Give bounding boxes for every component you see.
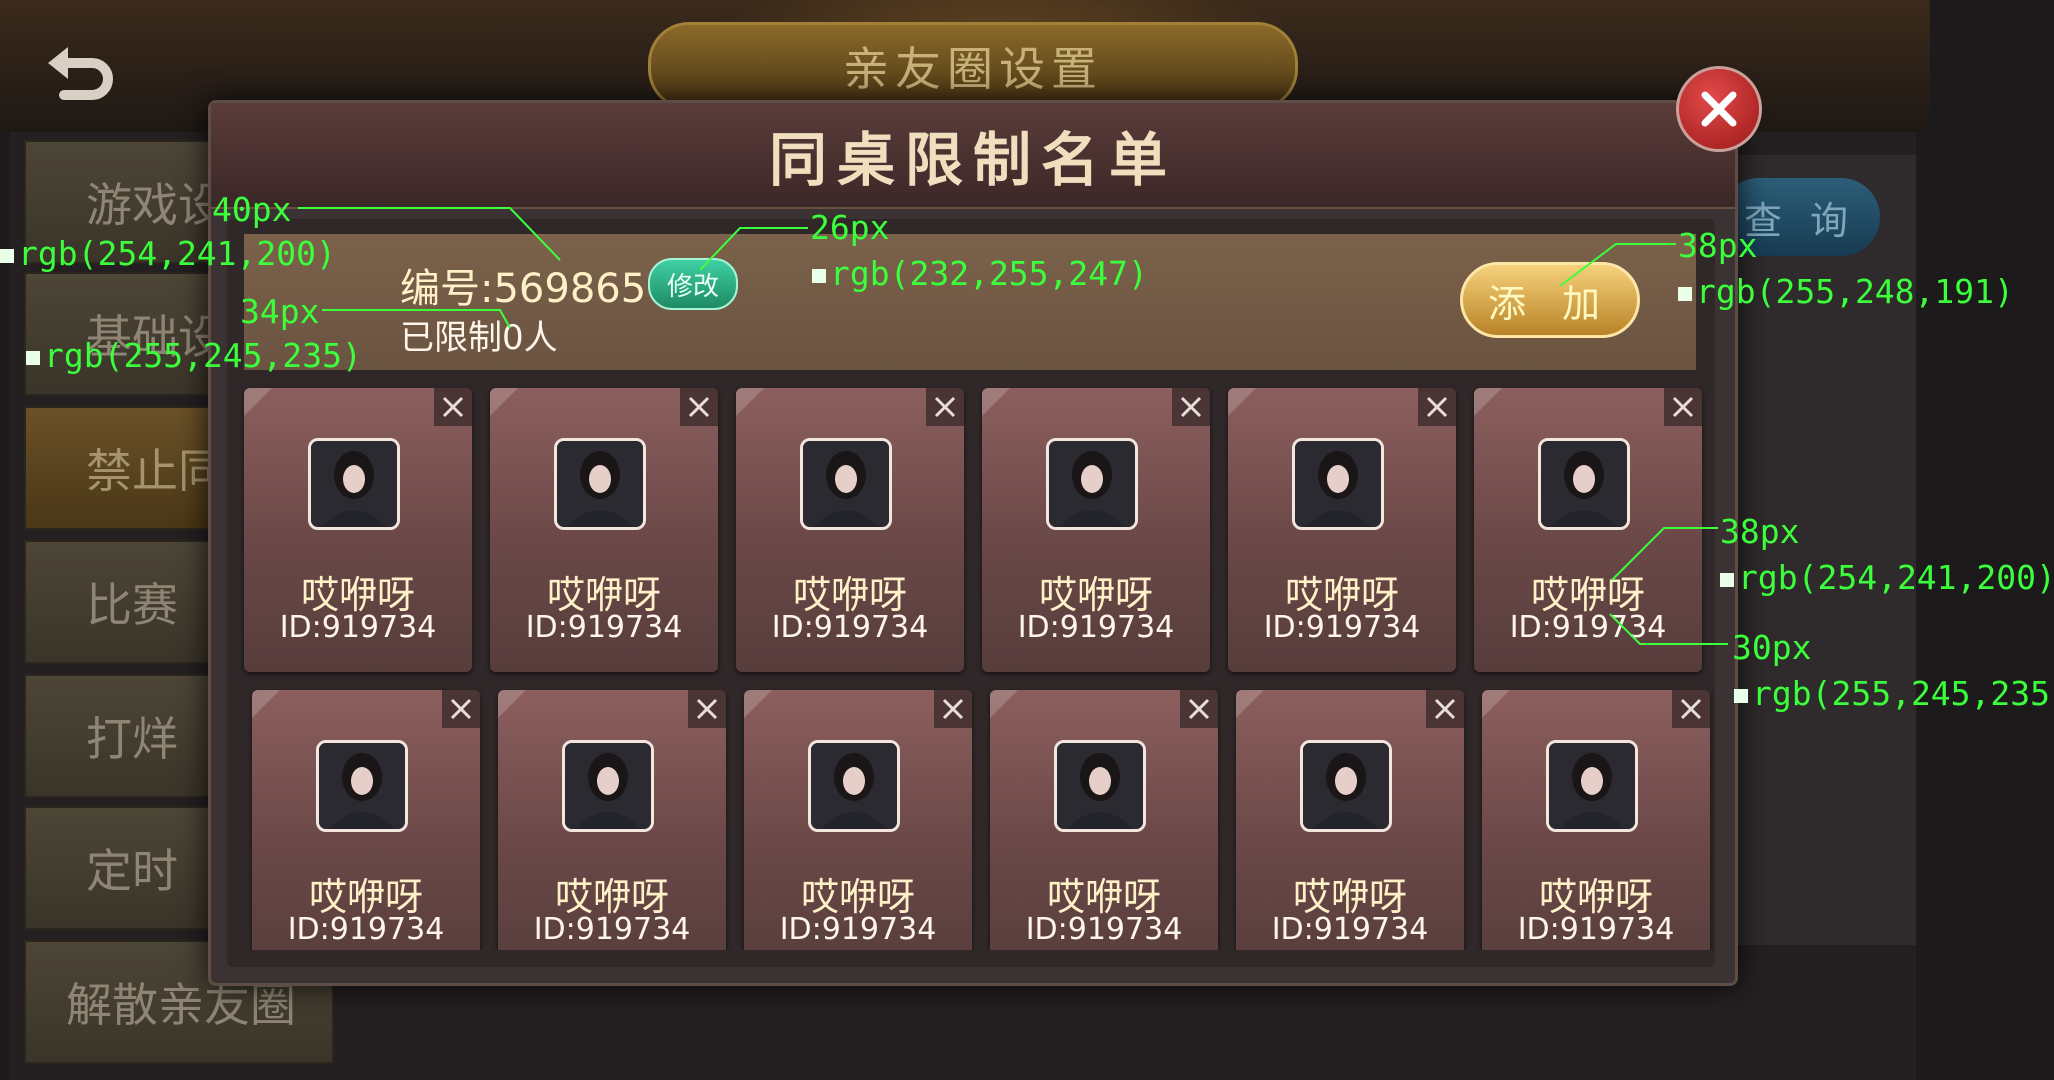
- color-swatch: [1720, 572, 1734, 587]
- color-swatch: [26, 350, 40, 365]
- color-swatch: [812, 268, 826, 283]
- color-swatch: [1678, 286, 1692, 301]
- annotation-color: rgb(255,245,235): [26, 336, 362, 375]
- annotation-color: rgb(232,255,247): [812, 254, 1148, 293]
- annotation-color: rgb(254,241,200): [1720, 558, 2054, 597]
- annotation-size: 30px: [1732, 628, 1812, 667]
- annotation-color: rgb(254,241,200): [0, 234, 336, 273]
- annotation-size: 38px: [1720, 512, 1800, 551]
- color-swatch: [1734, 688, 1748, 703]
- annotation-size: 34px: [240, 292, 320, 331]
- annotation-size: 38px: [1678, 226, 1758, 265]
- annotation-color: rgb(255,248,191): [1678, 272, 2014, 311]
- annotation-color: rgb(255,245,235): [1734, 674, 2054, 713]
- color-swatch: [0, 248, 14, 263]
- annotation-size: 40px: [212, 190, 292, 229]
- annotation-size: 26px: [810, 208, 890, 247]
